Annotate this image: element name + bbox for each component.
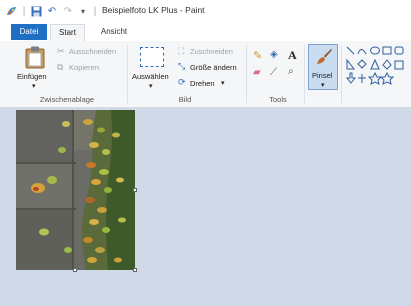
group-label-clipboard: Zwischenablage [39, 95, 95, 104]
photo-image [16, 110, 135, 270]
customize-quick-access-icon[interactable]: ▾ [78, 5, 88, 17]
divider [341, 45, 342, 103]
magnifier-icon[interactable]: ⌕ [288, 66, 294, 77]
shapes-gallery[interactable] [345, 45, 411, 85]
select-button[interactable]: Auswählen ▾ [132, 45, 172, 91]
drawing-canvas[interactable] [16, 110, 135, 270]
divider: | [22, 5, 26, 17]
chevron-down-icon: ▾ [32, 83, 36, 90]
divider: | [93, 5, 97, 17]
resize-handle-corner[interactable] [133, 268, 137, 272]
selection-rectangle-icon [140, 47, 164, 67]
group-label-tools: Tools [269, 95, 287, 104]
tab-start[interactable]: Start [50, 24, 85, 42]
fill-bucket-icon[interactable]: ◈ [270, 49, 278, 60]
tab-datei[interactable]: Datei [11, 24, 47, 40]
chevron-down-icon: ▾ [321, 82, 325, 89]
resize-button[interactable]: Größe ändern [190, 63, 237, 72]
redo-icon[interactable]: ↷ [62, 5, 74, 17]
cut-button[interactable]: Ausschneiden [69, 47, 116, 56]
crop-icon[interactable]: ⛶ [178, 46, 184, 57]
brushes-label: Pinsel [312, 71, 333, 80]
brushes-button[interactable]: Pinsel ▾ [308, 44, 338, 90]
chevron-down-icon: ▾ [149, 83, 153, 90]
rotate-button[interactable]: Drehen [190, 79, 215, 88]
ribbon-tabs: Datei Start Ansicht [0, 22, 411, 42]
pencil-icon[interactable]: ✎ [253, 49, 262, 62]
paint-app-icon[interactable] [6, 5, 18, 17]
title-bar: | ↶ ↷ ▾ | Beispielfoto LK Plus - Paint [0, 0, 411, 22]
divider [246, 45, 247, 103]
chevron-down-icon: ▾ [221, 80, 225, 87]
paste-button[interactable]: Einfügen ▾ [14, 45, 56, 91]
window-title: Beispielfoto LK Plus - Paint [102, 5, 205, 15]
paste-label: Einfügen [17, 72, 47, 81]
resize-handle-right[interactable] [133, 188, 137, 192]
color-picker-icon[interactable]: ⟋ [270, 67, 277, 78]
clipboard-icon [25, 46, 45, 69]
text-icon[interactable]: A [288, 48, 297, 63]
group-label-image: Bild [178, 95, 192, 104]
select-label: Auswählen [132, 72, 169, 81]
brush-icon [317, 49, 332, 64]
resize-icon[interactable]: ⤡ [178, 61, 185, 72]
shapes-icon [345, 46, 404, 85]
scissors-icon[interactable]: ✂ [57, 46, 65, 57]
rotate-icon[interactable]: ⟳ [178, 77, 186, 88]
divider [304, 45, 305, 103]
tab-ansicht[interactable]: Ansicht [92, 24, 136, 40]
undo-icon[interactable]: ↶ [46, 5, 58, 17]
copy-icon[interactable]: ⧉ [57, 62, 63, 73]
copy-button[interactable]: Kopieren [69, 63, 99, 72]
eraser-icon[interactable]: ▰ [253, 67, 261, 78]
divider [127, 45, 128, 103]
save-icon[interactable] [30, 5, 42, 17]
resize-handle-bottom[interactable] [73, 268, 77, 272]
crop-button[interactable]: Zuschneiden [190, 47, 233, 56]
